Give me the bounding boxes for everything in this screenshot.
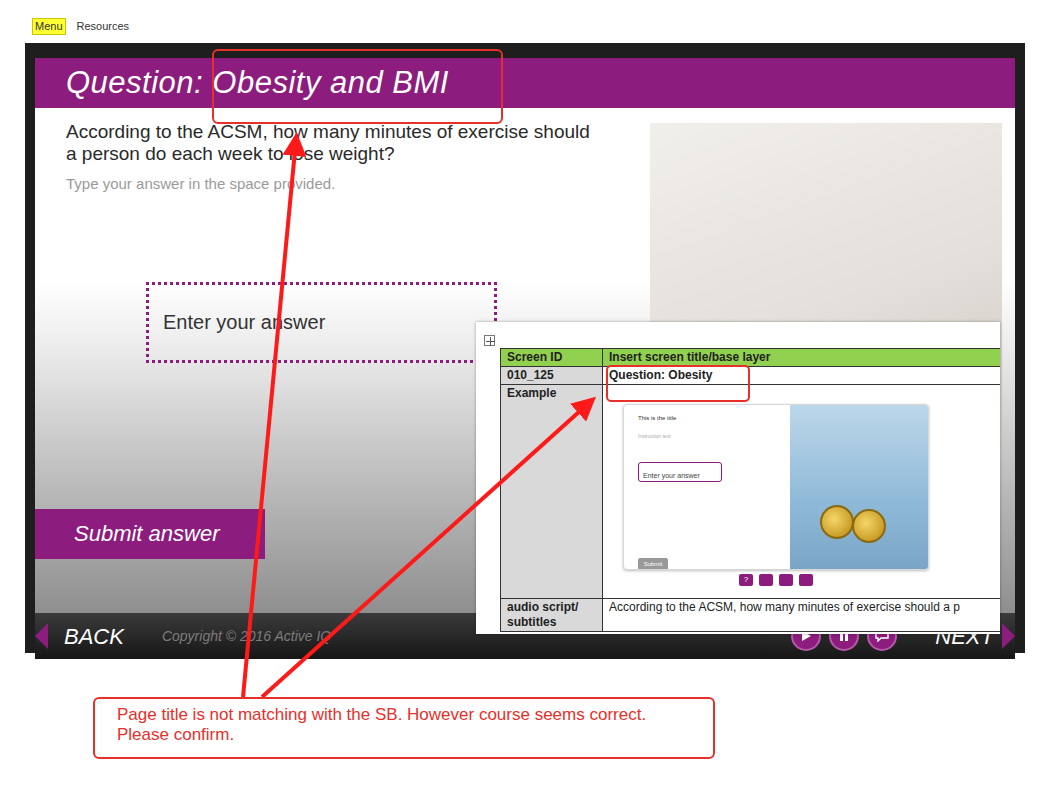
annotation-arrow — [243, 140, 296, 697]
highlight-box — [213, 50, 502, 123]
audio-text: According to the ACSM, how many minutes … — [609, 600, 1000, 615]
back-arrow-icon[interactable] — [35, 623, 48, 649]
audio-label: audio script/ subtitles — [501, 599, 603, 632]
storyboard-window: Screen ID Insert screen title/base layer… — [476, 322, 1000, 634]
example-submit-button: Submit — [638, 558, 668, 570]
annotation-arrow — [262, 402, 590, 697]
top-menu: Menu Resources — [0, 0, 1042, 43]
column-header: Insert screen title/base layer — [603, 349, 1001, 367]
example-captions-icon — [799, 574, 813, 586]
example-menu-icon — [759, 574, 773, 586]
instruction-text: Type your answer in the space provided. — [66, 173, 335, 196]
next-arrow-icon[interactable] — [1002, 623, 1015, 649]
screen-title: Question: Obesity — [603, 367, 1001, 385]
copyright-text: Copyright © 2016 Active IQ — [162, 626, 331, 647]
example-instruction: Instruction text — [638, 429, 790, 444]
example-screenshot: This is the title Instruction text Enter… — [623, 404, 929, 590]
back-button[interactable]: BACK — [64, 620, 124, 653]
column-header: Screen ID — [501, 349, 603, 367]
answer-field[interactable] — [146, 282, 497, 363]
screen-id: 010_125 — [501, 367, 603, 385]
title-bar: Question: Obesity and BMI — [35, 58, 1015, 108]
medal-photo — [790, 405, 928, 569]
example-pause-icon — [779, 574, 793, 586]
highlight-box — [607, 366, 749, 401]
slide-title: Question: Obesity and BMI — [66, 60, 449, 107]
menu-item[interactable]: Menu — [32, 18, 66, 35]
example-title: This is the title — [638, 411, 790, 426]
example-label: Example — [501, 385, 603, 599]
example-help-key: ? — [739, 574, 753, 586]
storyboard-table: Screen ID Insert screen title/base layer… — [500, 348, 1000, 632]
question-text: According to the ACSM, how many minutes … — [66, 121, 596, 165]
menu-item[interactable]: Resources — [74, 18, 133, 35]
submit-button[interactable]: Submit answer — [35, 509, 265, 559]
review-comment: Page title is not matching with the SB. … — [93, 697, 715, 759]
example-answer-field: Enter your answer — [638, 462, 722, 482]
table-move-icon[interactable] — [484, 335, 495, 346]
